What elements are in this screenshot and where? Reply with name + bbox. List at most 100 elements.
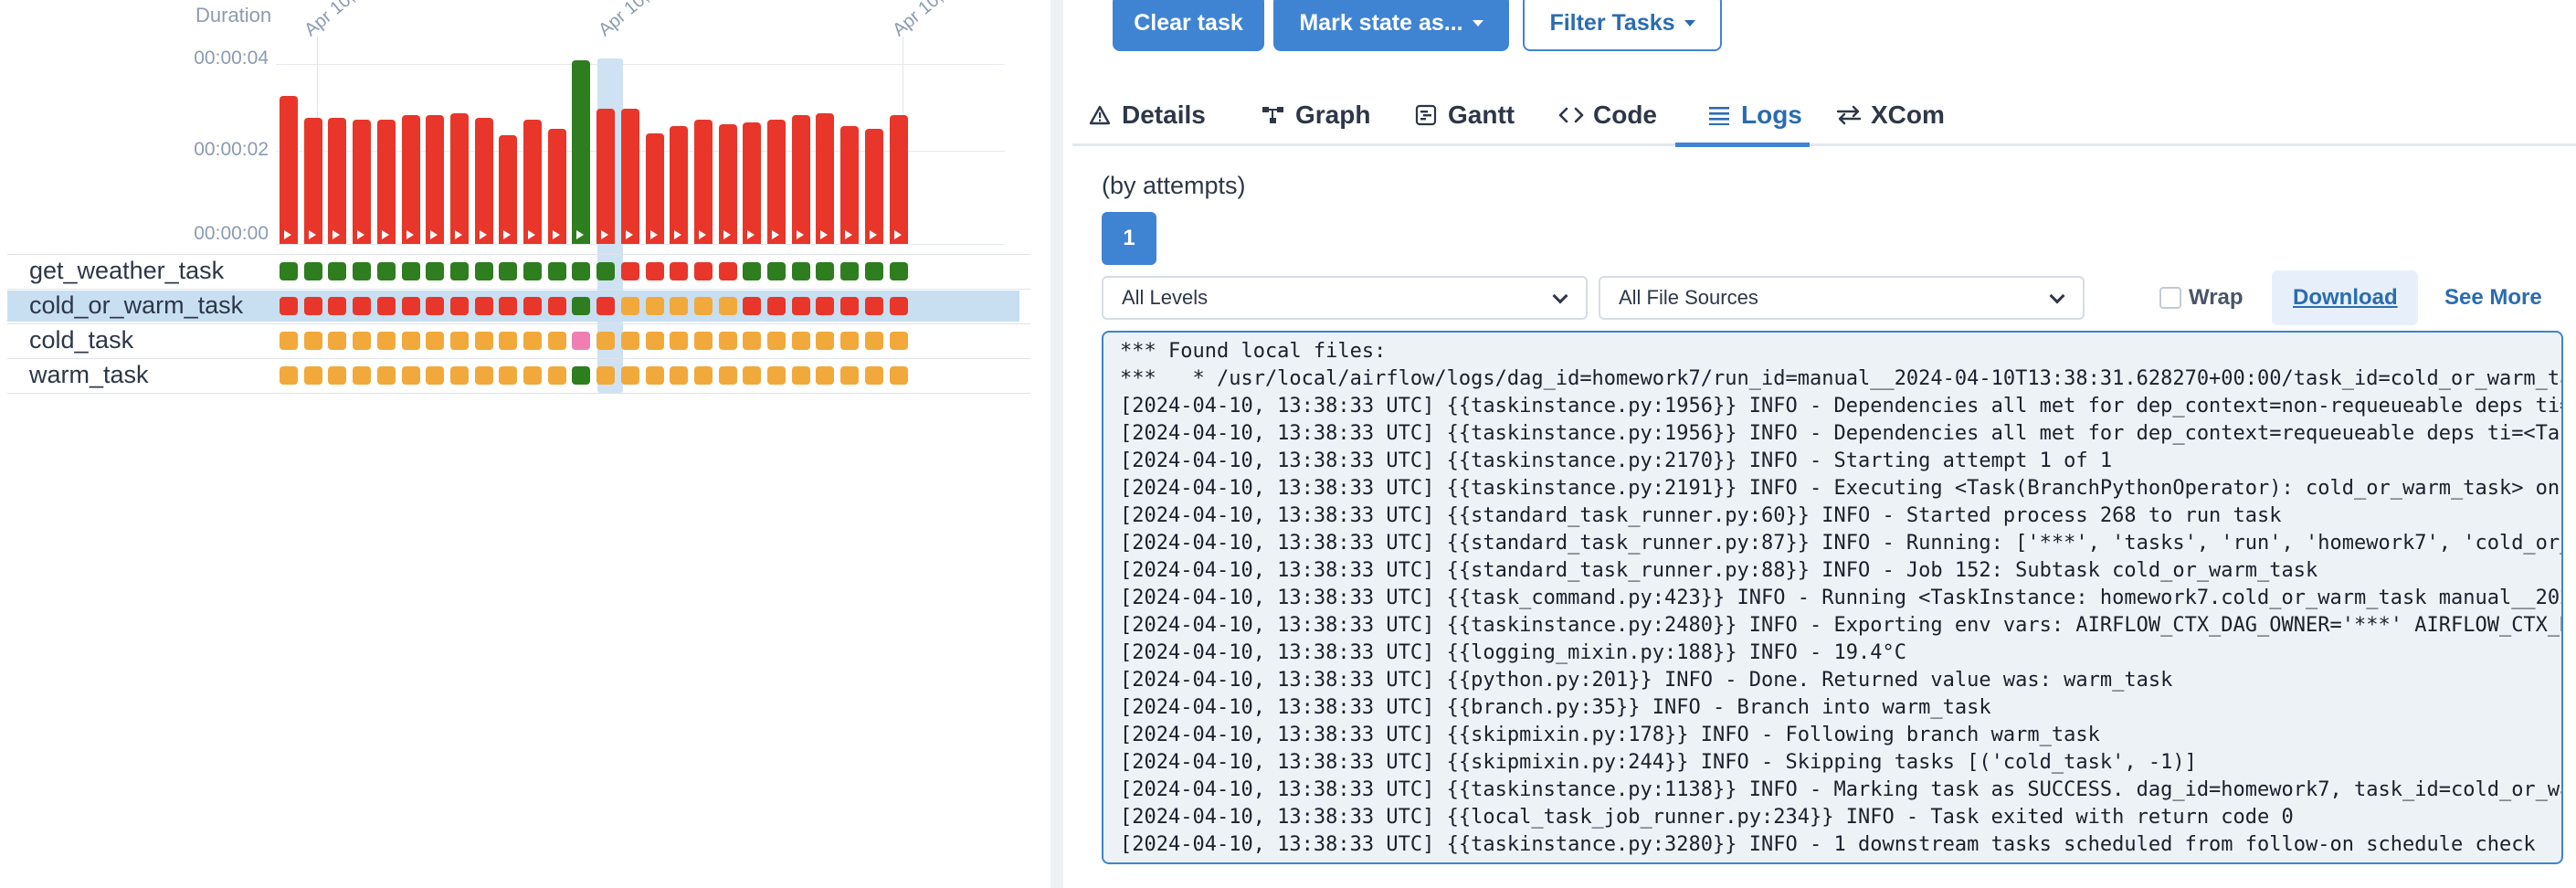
wrap-label[interactable]: Wrap bbox=[2189, 285, 2243, 311]
task-instance-cell[interactable] bbox=[548, 297, 566, 315]
clear-task-button[interactable]: Clear task bbox=[1113, 0, 1264, 51]
duration-bar[interactable] bbox=[548, 129, 566, 244]
task-instance-cell[interactable] bbox=[328, 262, 346, 280]
tab-details[interactable]: Details bbox=[1087, 84, 1206, 146]
task-instance-cell[interactable] bbox=[426, 332, 444, 350]
task-instance-cell[interactable] bbox=[670, 262, 688, 280]
task-instance-cell[interactable] bbox=[377, 332, 396, 350]
task-instance-cell[interactable] bbox=[865, 297, 883, 315]
task-instance-cell[interactable] bbox=[743, 332, 761, 350]
task-instance-cell[interactable] bbox=[402, 262, 420, 280]
task-instance-cell[interactable] bbox=[596, 366, 615, 385]
tab-xcom[interactable]: XCom bbox=[1836, 84, 1945, 146]
duration-bar[interactable] bbox=[328, 118, 346, 244]
duration-bar[interactable] bbox=[621, 109, 639, 244]
tab-graph[interactable]: Graph bbox=[1261, 84, 1370, 146]
task-instance-cell[interactable] bbox=[523, 297, 542, 315]
task-instance-cell[interactable] bbox=[377, 262, 396, 280]
task-instance-cell[interactable] bbox=[548, 366, 566, 385]
log-level-select[interactable]: All Levels bbox=[1102, 276, 1588, 320]
task-instance-cell[interactable] bbox=[596, 297, 615, 315]
task-instance-cell[interactable] bbox=[865, 332, 883, 350]
task-instance-cell[interactable] bbox=[304, 332, 322, 350]
task-instance-cell[interactable] bbox=[719, 366, 737, 385]
task-instance-cell[interactable] bbox=[523, 332, 542, 350]
duration-bar[interactable] bbox=[719, 124, 737, 244]
task-instance-cell[interactable] bbox=[548, 332, 566, 350]
duration-bar[interactable] bbox=[694, 120, 713, 244]
duration-bar[interactable] bbox=[816, 113, 834, 244]
task-instance-cell[interactable] bbox=[694, 297, 713, 315]
tab-code[interactable]: Code bbox=[1558, 84, 1657, 146]
panel-resize-divider[interactable] bbox=[1050, 0, 1063, 888]
see-more-link[interactable]: See More bbox=[2444, 285, 2542, 311]
task-instance-cell[interactable] bbox=[523, 262, 542, 280]
task-instance-cell[interactable] bbox=[694, 366, 713, 385]
task-name-warm[interactable]: warm_task bbox=[29, 361, 149, 389]
task-instance-cell[interactable] bbox=[719, 297, 737, 315]
task-instance-cell[interactable] bbox=[840, 366, 859, 385]
task-instance-cell[interactable] bbox=[450, 332, 469, 350]
task-instance-cell[interactable] bbox=[621, 332, 639, 350]
task-instance-cell[interactable] bbox=[450, 262, 469, 280]
duration-bar[interactable] bbox=[377, 120, 396, 244]
duration-bar[interactable] bbox=[670, 126, 688, 244]
task-instance-cell[interactable] bbox=[377, 366, 396, 385]
task-instance-cell[interactable] bbox=[816, 297, 834, 315]
task-instance-cell[interactable] bbox=[572, 262, 590, 280]
task-instance-cell[interactable] bbox=[499, 332, 517, 350]
duration-bar[interactable] bbox=[840, 126, 859, 244]
task-instance-cell[interactable] bbox=[621, 262, 639, 280]
task-instance-cell[interactable] bbox=[767, 297, 786, 315]
duration-bar[interactable] bbox=[596, 109, 615, 244]
task-instance-cell[interactable] bbox=[792, 366, 810, 385]
task-instance-cell[interactable] bbox=[596, 332, 615, 350]
task-instance-cell[interactable] bbox=[670, 366, 688, 385]
task-instance-cell[interactable] bbox=[621, 297, 639, 315]
task-instance-cell[interactable] bbox=[890, 366, 908, 385]
duration-bar[interactable] bbox=[792, 115, 810, 244]
task-instance-cell[interactable] bbox=[596, 262, 615, 280]
task-instance-cell[interactable] bbox=[377, 297, 396, 315]
task-instance-cell[interactable] bbox=[865, 366, 883, 385]
task-instance-cell[interactable] bbox=[743, 297, 761, 315]
task-instance-cell[interactable] bbox=[499, 262, 517, 280]
task-instance-cell[interactable] bbox=[890, 297, 908, 315]
task-instance-cell[interactable] bbox=[767, 366, 786, 385]
mark-state-button[interactable]: Mark state as... bbox=[1273, 0, 1509, 51]
duration-bar[interactable] bbox=[865, 129, 883, 244]
task-instance-cell[interactable] bbox=[816, 262, 834, 280]
task-instance-cell[interactable] bbox=[840, 332, 859, 350]
task-instance-cell[interactable] bbox=[402, 366, 420, 385]
task-instance-cell[interactable] bbox=[475, 332, 493, 350]
duration-bar[interactable] bbox=[743, 122, 761, 244]
task-instance-cell[interactable] bbox=[304, 366, 322, 385]
task-instance-cell[interactable] bbox=[694, 262, 713, 280]
task-instance-cell[interactable] bbox=[890, 332, 908, 350]
task-instance-cell[interactable] bbox=[402, 297, 420, 315]
task-name-cold-or-warm[interactable]: cold_or_warm_task bbox=[29, 291, 243, 320]
task-instance-cell[interactable] bbox=[523, 366, 542, 385]
task-instance-cell[interactable] bbox=[280, 366, 298, 385]
duration-bar[interactable] bbox=[304, 118, 322, 244]
task-name-get-weather[interactable]: get_weather_task bbox=[29, 257, 224, 285]
attempt-1-button[interactable]: 1 bbox=[1102, 212, 1156, 265]
task-instance-cell[interactable] bbox=[670, 332, 688, 350]
file-source-select[interactable]: All File Sources bbox=[1599, 276, 2085, 320]
task-instance-cell[interactable] bbox=[475, 262, 493, 280]
task-instance-cell[interactable] bbox=[426, 297, 444, 315]
task-instance-cell[interactable] bbox=[865, 262, 883, 280]
duration-bar[interactable] bbox=[475, 118, 493, 244]
task-instance-cell[interactable] bbox=[475, 366, 493, 385]
task-instance-cell[interactable] bbox=[646, 262, 664, 280]
task-instance-cell[interactable] bbox=[548, 262, 566, 280]
task-instance-cell[interactable] bbox=[840, 262, 859, 280]
task-instance-cell[interactable] bbox=[572, 366, 590, 385]
task-instance-cell[interactable] bbox=[890, 262, 908, 280]
log-output[interactable]: 7e04f9934626 *** Found local files: *** * … bbox=[1102, 331, 2563, 864]
task-instance-cell[interactable] bbox=[840, 297, 859, 315]
tab-gantt[interactable]: Gantt bbox=[1413, 84, 1515, 146]
task-instance-cell[interactable] bbox=[743, 262, 761, 280]
task-instance-cell[interactable] bbox=[694, 332, 713, 350]
duration-bar[interactable] bbox=[572, 60, 590, 244]
